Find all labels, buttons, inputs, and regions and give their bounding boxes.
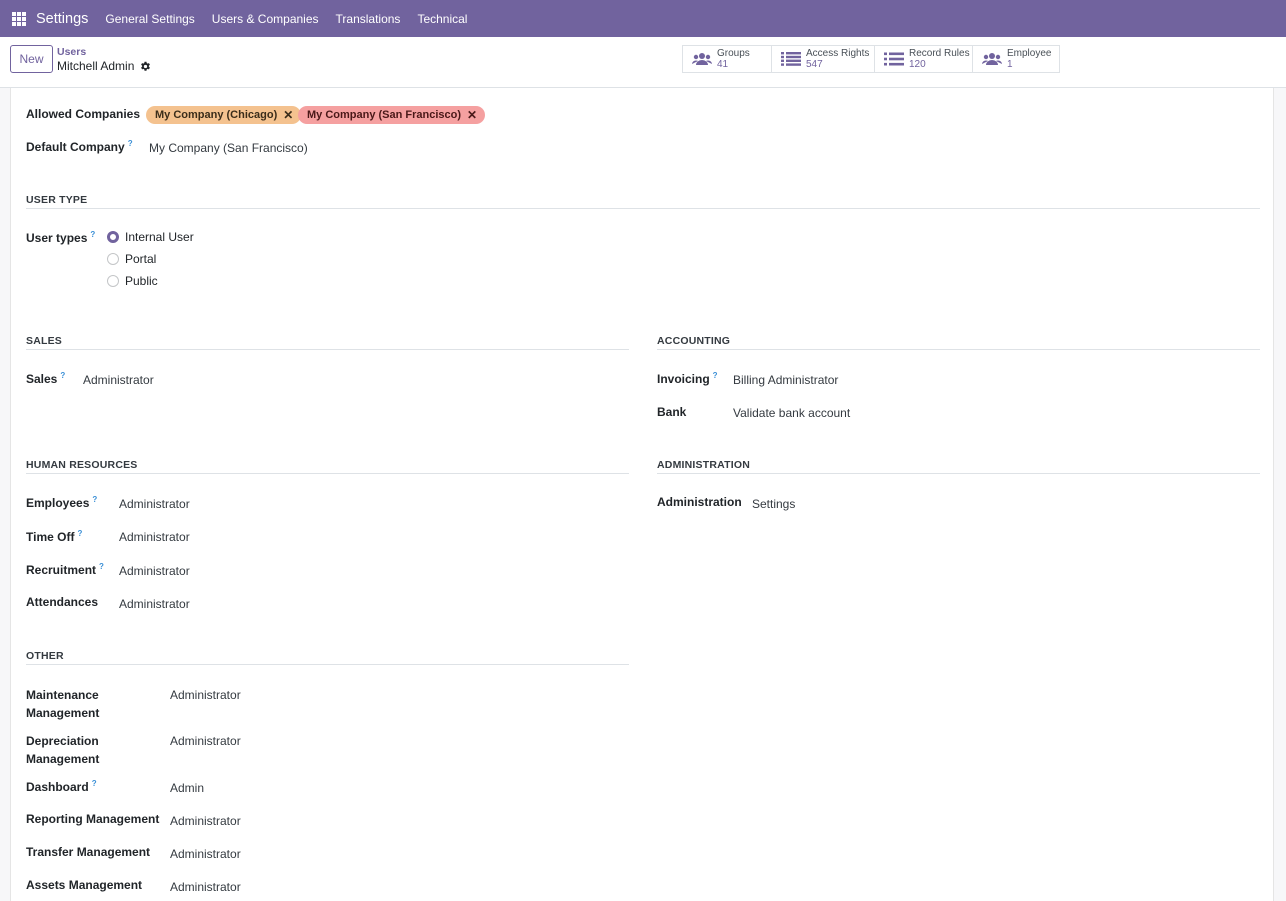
separator <box>26 208 1260 209</box>
maintenance-management-label: Maintenance Management <box>26 688 100 720</box>
users-icon <box>982 53 1002 65</box>
help-icon[interactable]: ? <box>60 371 65 380</box>
menu-translations[interactable]: Translations <box>336 12 401 26</box>
help-icon[interactable]: ? <box>128 139 133 148</box>
company-tag-sf-text: My Company (San Francisco) <box>307 109 462 121</box>
record-name: Mitchell Admin <box>57 59 135 73</box>
employees-field[interactable]: Administrator <box>119 497 190 511</box>
depreciation-management-field[interactable]: Administrator <box>170 734 241 748</box>
record-rules-smart-button[interactable]: Record Rules 120 <box>875 46 973 72</box>
radio-label: Portal <box>125 252 157 266</box>
radio-label: Public <box>125 274 158 288</box>
section-title-other: OTHER <box>26 650 64 662</box>
control-panel: New Users Mitchell Admin Groups 41 Acces… <box>0 37 1286 88</box>
access-rights-count: 547 <box>806 59 823 70</box>
help-icon[interactable]: ? <box>713 371 718 380</box>
help-icon[interactable]: ? <box>77 529 82 538</box>
groups-label: Groups <box>717 48 750 59</box>
help-icon[interactable]: ? <box>92 779 97 788</box>
top-navbar: Settings General Settings Users & Compan… <box>0 0 1286 37</box>
groups-smart-button[interactable]: Groups 41 <box>683 46 772 72</box>
section-title-administration: ADMINISTRATION <box>657 459 751 471</box>
radio-unchecked-icon[interactable] <box>107 253 119 265</box>
bank-label: Bank <box>657 405 687 419</box>
access-rights-label: Access Rights <box>806 48 870 59</box>
attendances-label: Attendances <box>26 595 99 609</box>
smart-buttons: Groups 41 Access Rights 547 Record Rules… <box>682 45 1060 73</box>
separator <box>657 349 1260 350</box>
company-tag-san-francisco: My Company (San Francisco) ✕ <box>298 106 486 124</box>
help-icon[interactable]: ? <box>92 495 97 504</box>
close-icon[interactable]: ✕ <box>467 108 477 122</box>
dashboard-label: Dashboard? <box>26 779 97 794</box>
menu-technical[interactable]: Technical <box>417 12 467 26</box>
section-title-sales: SALES <box>26 335 63 347</box>
default-company-label: Default Company? <box>26 139 133 154</box>
separator <box>657 473 1260 474</box>
menu-users-companies[interactable]: Users & Companies <box>212 12 319 26</box>
section-title-user-type: USER TYPE <box>26 194 88 206</box>
section-title-accounting: ACCOUNTING <box>657 335 731 347</box>
bank-field[interactable]: Validate bank account <box>733 406 850 420</box>
help-icon[interactable]: ? <box>99 562 104 571</box>
radio-label: Internal User <box>125 230 194 244</box>
access-rights-smart-button[interactable]: Access Rights 547 <box>772 46 875 72</box>
radio-unchecked-icon[interactable] <box>107 275 119 287</box>
assets-management-field[interactable]: Administrator <box>170 880 241 894</box>
form-sheet: Allowed Companies My Company (Chicago) ✕… <box>10 88 1274 901</box>
maintenance-management-field[interactable]: Administrator <box>170 688 241 702</box>
menu-general-settings[interactable]: General Settings <box>105 12 194 26</box>
radio-checked-icon[interactable] <box>107 231 119 243</box>
groups-count: 41 <box>717 59 729 70</box>
sales-field[interactable]: Administrator <box>83 373 154 387</box>
radio-internal-user[interactable]: Internal User <box>107 230 194 244</box>
record-rules-label: Record Rules <box>909 48 970 59</box>
reporting-management-label: Reporting Management <box>26 812 160 826</box>
company-tag-chicago-text: My Company (Chicago) <box>155 109 278 121</box>
default-company-field[interactable]: My Company (San Francisco) <box>149 141 308 155</box>
invoicing-field[interactable]: Billing Administrator <box>733 373 838 387</box>
time-off-field[interactable]: Administrator <box>119 530 190 544</box>
users-icon <box>692 53 712 65</box>
radio-public[interactable]: Public <box>107 274 158 288</box>
app-brand[interactable]: Settings <box>36 11 88 27</box>
user-types-label: User types? <box>26 230 96 245</box>
list-icon <box>781 52 801 66</box>
apps-grid-icon[interactable] <box>12 11 26 26</box>
section-title-human-resources: HUMAN RESOURCES <box>26 459 138 471</box>
administration-label: Administration <box>657 495 742 509</box>
time-off-label: Time Off? <box>26 529 83 544</box>
allowed-companies-label: Allowed Companies <box>26 107 141 121</box>
breadcrumb-users[interactable]: Users <box>57 46 86 58</box>
invoicing-label: Invoicing? <box>657 371 718 386</box>
record-rules-count: 120 <box>909 59 926 70</box>
dashboard-field[interactable]: Admin <box>170 781 204 795</box>
close-icon[interactable]: ✕ <box>283 108 293 122</box>
administration-field[interactable]: Settings <box>752 497 795 511</box>
employees-label: Employees? <box>26 495 98 510</box>
gear-icon[interactable] <box>140 61 151 72</box>
depreciation-management-label: Depreciation Management <box>26 734 100 766</box>
new-button[interactable]: New <box>10 45 53 73</box>
separator <box>26 473 629 474</box>
transfer-management-field[interactable]: Administrator <box>170 847 241 861</box>
list-icon <box>884 52 904 66</box>
employee-smart-button[interactable]: Employee 1 <box>973 46 1059 72</box>
radio-portal[interactable]: Portal <box>107 252 156 266</box>
employee-label: Employee <box>1007 48 1052 59</box>
recruitment-field[interactable]: Administrator <box>119 564 190 578</box>
employee-count: 1 <box>1007 59 1013 70</box>
separator <box>26 349 629 350</box>
breadcrumb-current: Mitchell Admin <box>57 59 151 73</box>
reporting-management-field[interactable]: Administrator <box>170 814 241 828</box>
assets-management-label: Assets Management <box>26 878 143 892</box>
attendances-field[interactable]: Administrator <box>119 597 190 611</box>
separator <box>26 664 629 665</box>
transfer-management-label: Transfer Management <box>26 845 151 859</box>
help-icon[interactable]: ? <box>90 230 95 239</box>
sales-label: Sales? <box>26 371 66 386</box>
recruitment-label: Recruitment? <box>26 562 104 577</box>
company-tag-chicago: My Company (Chicago) ✕ <box>146 106 302 124</box>
